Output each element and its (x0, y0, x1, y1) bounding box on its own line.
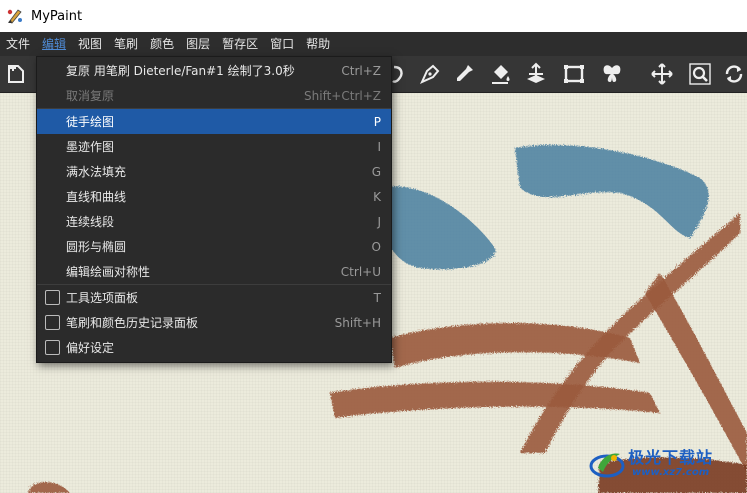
checkbox[interactable] (45, 290, 60, 305)
menu-item-connected-lines[interactable]: 连续线段 J (37, 209, 391, 234)
pan-view-button[interactable] (648, 60, 676, 88)
frame-icon (564, 65, 584, 83)
menu-item-shortcut: T (373, 290, 381, 305)
menu-item-preferences[interactable]: 偏好设定 (37, 335, 391, 360)
menu-item-label: 满水法填充 (66, 165, 127, 179)
menu-item-redo[interactable]: 取消复原 Shift+Ctrl+Z (37, 83, 391, 108)
menu-item-shortcut: O (371, 239, 381, 254)
menu-item-shortcut: Shift+Ctrl+Z (304, 88, 381, 103)
menu-item-label: 编辑绘画对称性 (66, 265, 151, 279)
symmetry-tool-button[interactable] (598, 60, 626, 88)
brown-paint-stroke (330, 381, 660, 418)
eyedropper-icon (457, 65, 473, 81)
zoom-icon (689, 63, 711, 85)
menu-item-shortcut: P (373, 114, 381, 129)
menu-item-label: 直线和曲线 (66, 190, 127, 204)
fill-bucket-icon (492, 65, 510, 84)
menu-item-shortcut: Shift+H (334, 315, 381, 330)
edit-menu-dropdown: 复原 用笔刷 Dieterle/Fan#1 绘制了3.0秒 Ctrl+Z 取消复… (36, 56, 392, 363)
menu-item-shortcut: G (371, 164, 381, 179)
new-document-button[interactable] (2, 60, 30, 88)
symmetry-icon (603, 65, 621, 82)
mypaint-logo-icon (7, 9, 22, 24)
eyedropper-tool-button[interactable] (450, 60, 478, 88)
menu-item-label: 取消复原 (66, 89, 115, 103)
watermark-logo-icon (589, 453, 625, 478)
move-layer-tool-button[interactable] (522, 60, 550, 88)
menu-item-shortcut: K (373, 189, 381, 204)
menu-item-shortcut: J (377, 214, 381, 229)
watermark-text: 极光下载站 (628, 448, 714, 467)
menu-item-shortcut: Ctrl+U (340, 264, 381, 279)
menu-item-brush-color-history-panel[interactable]: 笔刷和颜色历史记录面板 Shift+H (37, 310, 391, 335)
menu-item-label: 笔刷和颜色历史记录面板 (66, 316, 199, 330)
menu-item-label: 徒手绘图 (66, 115, 115, 129)
menu-item-lines-curves[interactable]: 直线和曲线 K (37, 184, 391, 209)
ink-tool-button[interactable] (416, 60, 444, 88)
window-title: MyPaint (31, 8, 83, 24)
menu-item-label: 工具选项面板 (66, 291, 139, 305)
menu-scratchpad[interactable]: 暂存区 (216, 32, 264, 56)
rotate-view-button[interactable] (720, 60, 747, 88)
new-document-icon (8, 65, 24, 83)
menu-item-shortcut: Ctrl+Z (341, 63, 381, 78)
menu-item-freehand[interactable]: 徒手绘图 P (37, 109, 391, 134)
pan-icon (651, 63, 673, 85)
zoom-view-button[interactable] (686, 60, 714, 88)
ink-pen-icon (419, 64, 440, 85)
menu-item-label: 连续线段 (66, 215, 115, 229)
menu-item-undo[interactable]: 复原 用笔刷 Dieterle/Fan#1 绘制了3.0秒 Ctrl+Z (37, 58, 391, 83)
menu-help[interactable]: 帮助 (300, 32, 336, 56)
checkbox[interactable] (45, 340, 60, 355)
menu-item-inking[interactable]: 墨迹作图 I (37, 134, 391, 159)
watermark: 极光下载站 www.xz7.com (588, 440, 744, 488)
menu-item-label: 墨迹作图 (66, 140, 115, 154)
menu-item-label: 圆形与椭圆 (66, 240, 127, 254)
menu-item-edit-symmetry[interactable]: 编辑绘画对称性 Ctrl+U (37, 259, 391, 284)
menu-item-label: 偏好设定 (66, 341, 115, 355)
title-bar: MyPaint (0, 0, 747, 32)
frame-tool-button[interactable] (560, 60, 588, 88)
menu-window[interactable]: 窗口 (264, 32, 300, 56)
fill-tool-button[interactable] (486, 60, 514, 88)
menu-color[interactable]: 颜色 (144, 32, 180, 56)
watermark-url: www.xz7.com (632, 467, 710, 478)
menu-bar: 文件 编辑 视图 笔刷 颜色 图层 暂存区 窗口 帮助 (0, 32, 747, 56)
blue-paint-stroke (515, 144, 709, 238)
rotate-icon (725, 65, 743, 83)
move-layer-icon (527, 62, 545, 83)
brown-paint-stroke (28, 481, 70, 493)
menu-item-tool-options-panel[interactable]: 工具选项面板 T (37, 285, 391, 310)
menu-file[interactable]: 文件 (0, 32, 36, 56)
menu-brush[interactable]: 笔刷 (108, 32, 144, 56)
menu-item-ellipses[interactable]: 圆形与椭圆 O (37, 234, 391, 259)
menu-item-label: 复原 用笔刷 Dieterle/Fan#1 绘制了3.0秒 (66, 64, 295, 78)
menu-item-shortcut: I (377, 139, 381, 154)
menu-view[interactable]: 视图 (72, 32, 108, 56)
menu-item-flood-fill[interactable]: 满水法填充 G (37, 159, 391, 184)
blue-paint-stroke (380, 186, 496, 270)
menu-edit[interactable]: 编辑 (36, 32, 72, 56)
menu-layer[interactable]: 图层 (180, 32, 216, 56)
checkbox[interactable] (45, 315, 60, 330)
